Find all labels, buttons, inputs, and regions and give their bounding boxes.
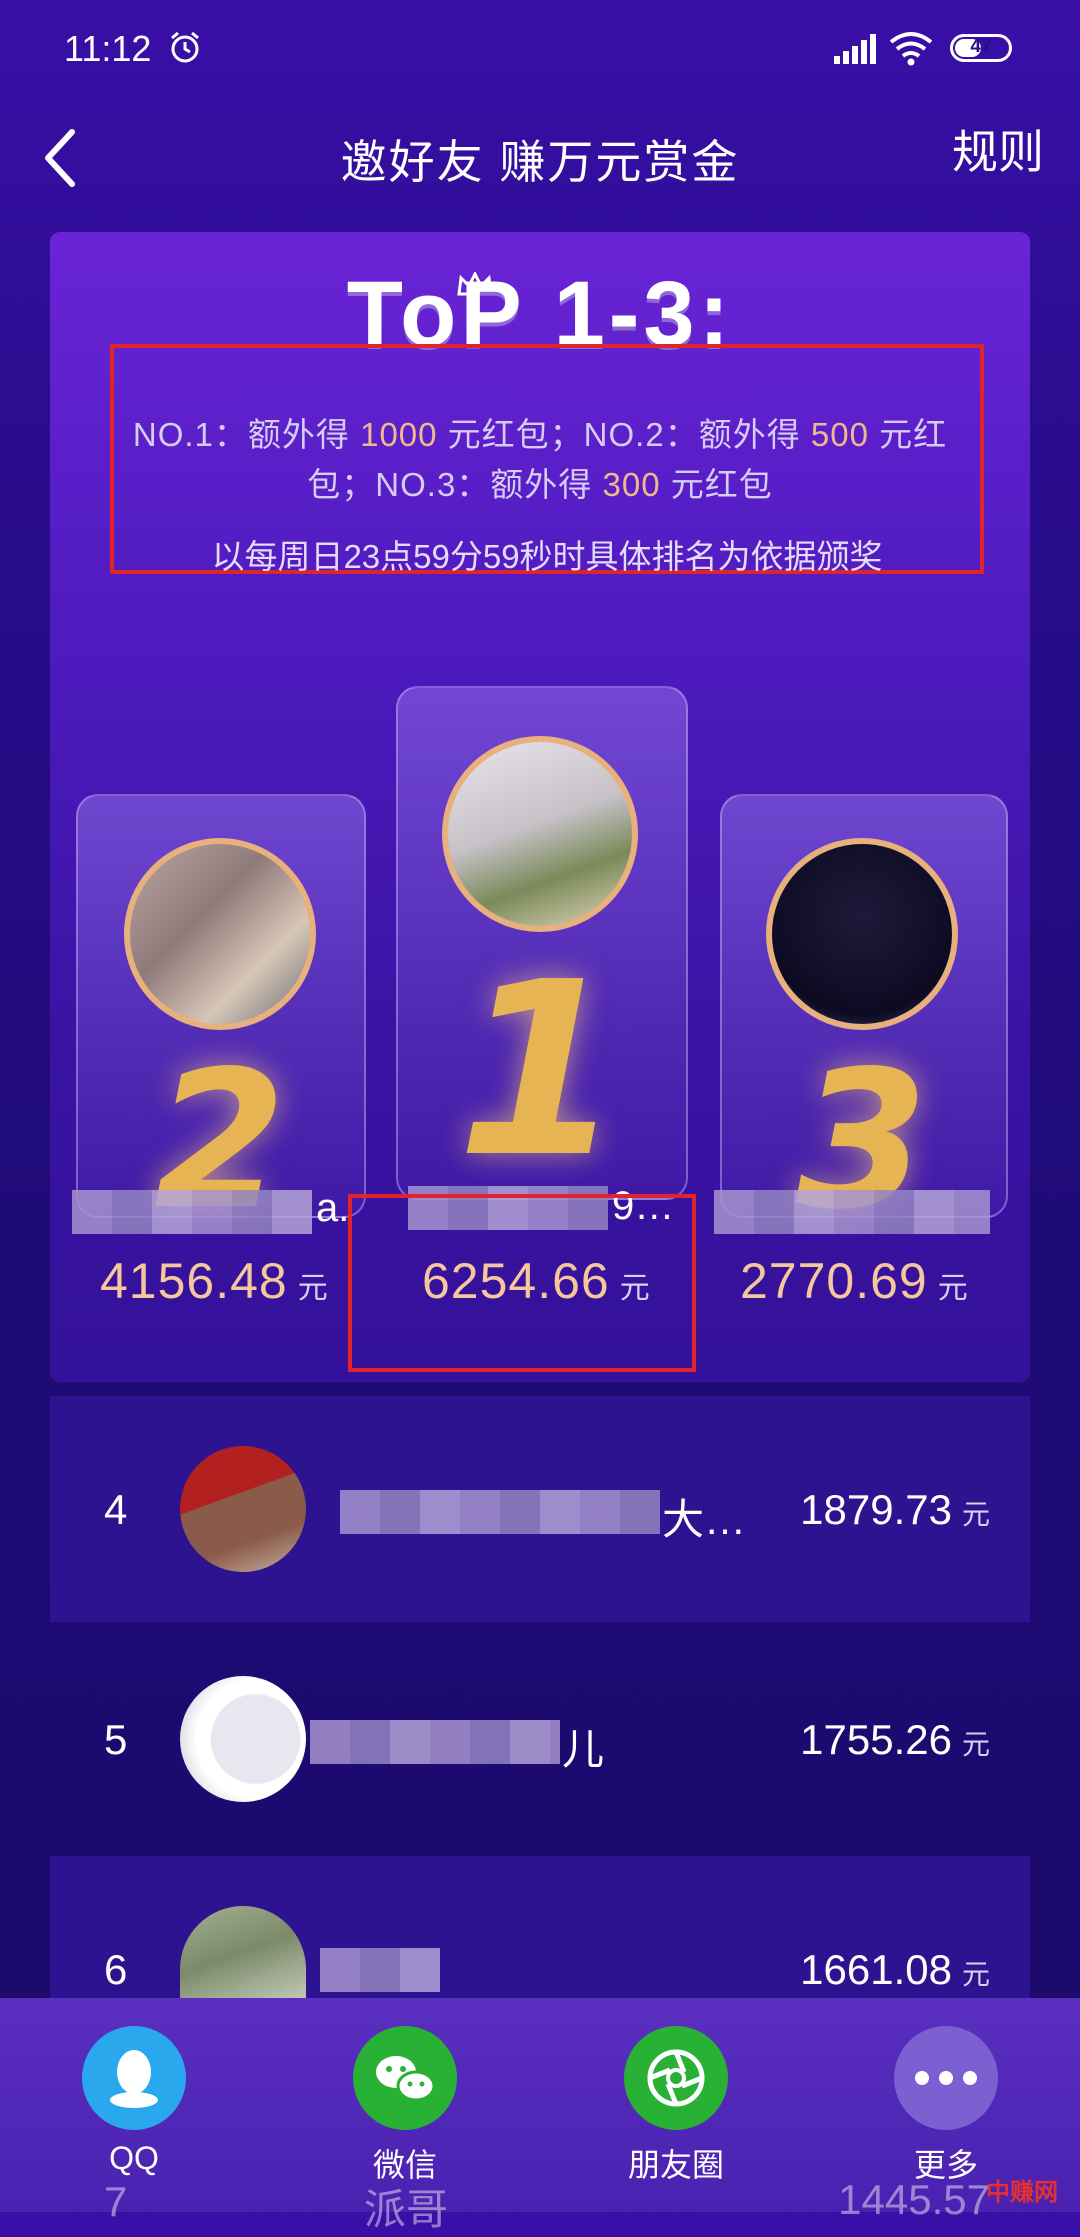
blurred-name bbox=[310, 1720, 560, 1764]
share-label: 朋友圈 bbox=[627, 2147, 724, 2183]
rules-button[interactable]: 规则 bbox=[952, 116, 1044, 182]
battery-level: 47 bbox=[970, 36, 992, 57]
wechat-icon bbox=[353, 2026, 457, 2130]
share-moments-button[interactable]: 朋友圈 bbox=[576, 2026, 776, 2186]
battery-icon: 47 bbox=[950, 34, 1012, 62]
more-icon bbox=[894, 2026, 998, 2130]
blurred-name bbox=[320, 1948, 440, 1992]
blurred-name bbox=[714, 1190, 990, 1234]
share-wechat-button[interactable]: 微信 bbox=[305, 2026, 505, 2186]
alarm-icon bbox=[171, 31, 199, 63]
avatar bbox=[180, 1446, 306, 1572]
blurred-name bbox=[340, 1490, 660, 1534]
share-more-button[interactable]: 更多 bbox=[846, 2026, 1046, 2186]
page-title: 邀好友 赚万元赏金 bbox=[340, 136, 740, 188]
row-name: 大… bbox=[662, 1496, 747, 1543]
row-rank: 4 bbox=[104, 1486, 128, 1533]
podium-amount-3: 2770.69 元 bbox=[740, 1253, 969, 1309]
row-rank: 7 bbox=[104, 2178, 128, 2225]
avatar bbox=[442, 736, 638, 932]
amount-highlight-box bbox=[348, 1194, 696, 1372]
watermark: 中赚网 bbox=[986, 2179, 1058, 2206]
podium-amount-2: 4156.48 元 bbox=[100, 1253, 329, 1309]
avatar bbox=[766, 838, 958, 1030]
avatar bbox=[124, 838, 316, 1030]
share-qq-button[interactable]: QQ bbox=[34, 2026, 234, 2177]
qq-icon bbox=[82, 2026, 186, 2130]
ranking-note: 以每周日23点59分59秒时具体排名为依据颁奖 bbox=[211, 538, 883, 575]
signal-icon bbox=[834, 34, 876, 64]
row-rank: 5 bbox=[104, 1716, 128, 1763]
status-time: 11:12 bbox=[64, 28, 152, 69]
wifi-icon bbox=[889, 32, 933, 66]
row-rank: 6 bbox=[104, 1946, 128, 1993]
rank-number-1: 1 bbox=[456, 930, 624, 1210]
row-amount: 1755.26 元 bbox=[800, 1716, 990, 1763]
share-label: QQ bbox=[109, 2140, 159, 2176]
reward-rule-line-2: 包；NO.3：额外得 300 元红包 bbox=[307, 466, 773, 503]
row-name: 儿 bbox=[562, 1726, 605, 1773]
row-amount: 1661.08 元 bbox=[800, 1946, 990, 1993]
share-label: 微信 bbox=[372, 2147, 437, 2183]
avatar bbox=[180, 1676, 306, 1802]
moments-icon bbox=[624, 2026, 728, 2130]
reward-rule-line-1: NO.1：额外得 1000 元红包；NO.2：额外得 500 元红 bbox=[132, 416, 948, 453]
row-amount: 1879.73 元 bbox=[800, 1486, 990, 1533]
player-name-2: a. bbox=[316, 1186, 350, 1230]
blurred-name bbox=[72, 1190, 312, 1234]
